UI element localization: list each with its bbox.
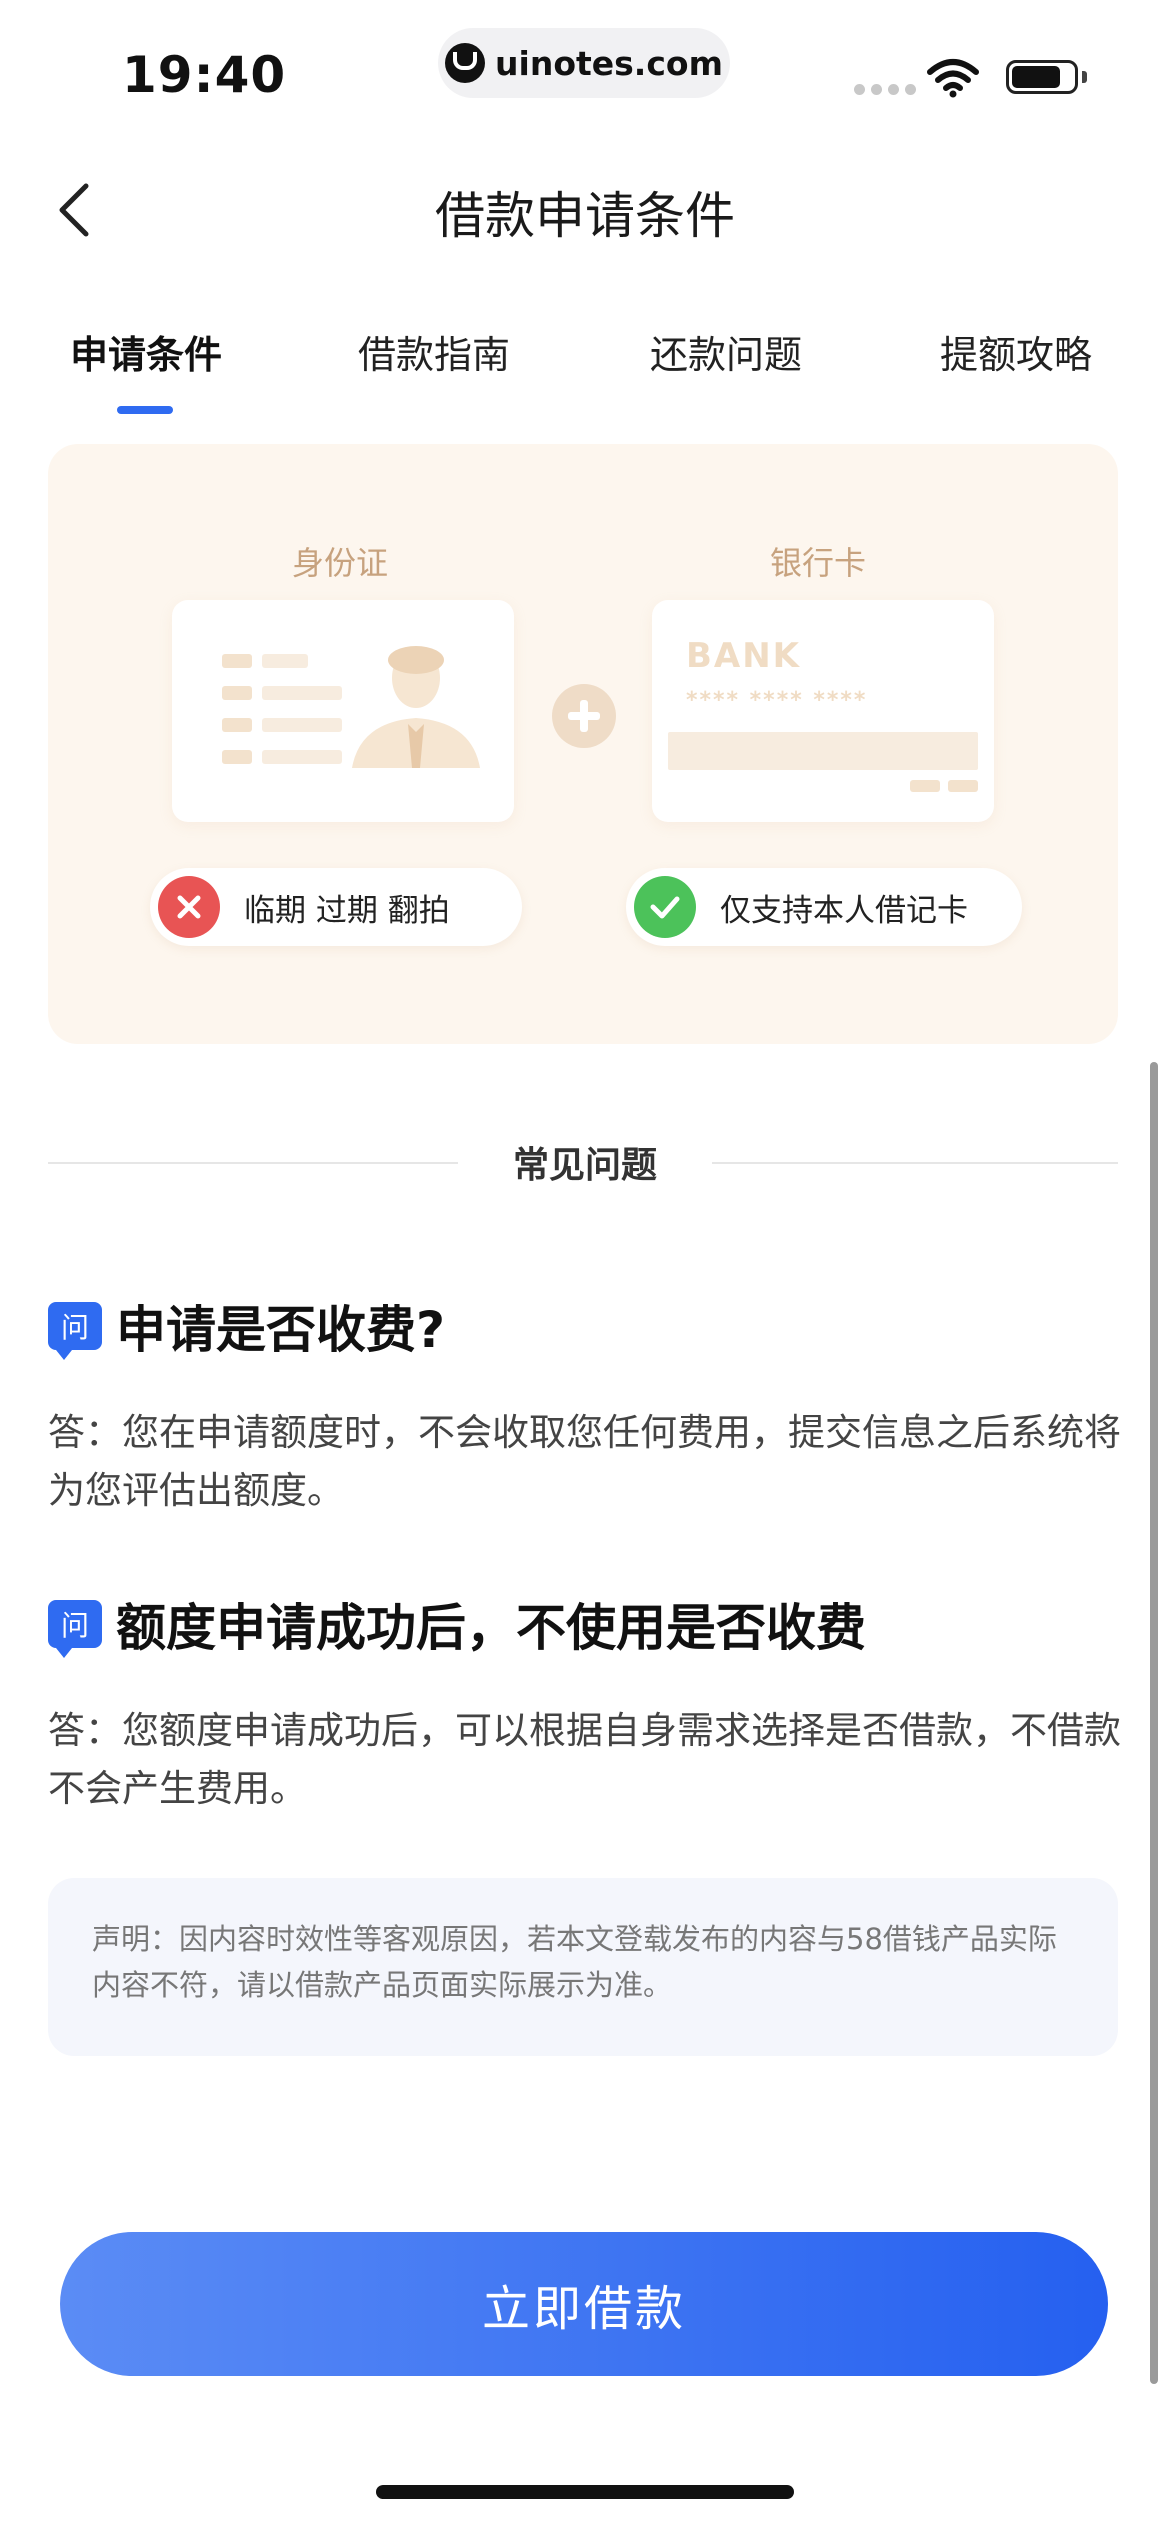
- faq-question-2: 问 额度申请成功后，不使用是否收费: [48, 1588, 866, 1660]
- page-title: 借款申请条件: [435, 187, 735, 245]
- x-circle-icon: [158, 876, 220, 938]
- faq-answer-1: 答：您在申请额度时，不会收取您任何费用，提交信息之后系统将为您评估出额度。: [48, 1411, 1121, 1512]
- id-card-illustration: [172, 600, 514, 822]
- scrollbar[interactable]: [1150, 1062, 1158, 2384]
- bank-card-illustration: BANK **** **** ****: [652, 600, 994, 822]
- id-card-reject-pill: 临期 过期 翻拍: [150, 868, 522, 946]
- bank-card-accept-pill: 仅支持本人借记卡: [626, 868, 1022, 946]
- battery-tip: [1082, 71, 1087, 83]
- check-circle-icon: [634, 876, 696, 938]
- question-badge-icon: 问: [48, 1600, 102, 1658]
- uinotes-logo-icon: [445, 43, 486, 83]
- question-badge-icon: 问: [48, 1302, 102, 1360]
- url-text: uinotes.com: [495, 43, 723, 83]
- id-card-note: 临期 过期 翻拍: [244, 892, 450, 929]
- question-text: 申请是否收费?: [116, 1301, 446, 1359]
- tab-application-conditions[interactable]: 申请条件: [70, 324, 222, 379]
- status-time: 19:40: [122, 46, 287, 104]
- plus-circle-icon: [552, 684, 616, 748]
- bank-card-number: **** **** ****: [686, 688, 868, 713]
- battery-icon: [1006, 60, 1078, 94]
- tab-bar: 申请条件 借款指南 还款问题 提额攻略: [0, 324, 1170, 434]
- faq-answer-2: 答：您额度申请成功后，可以根据自身需求选择是否借款，不借款不会产生费用。: [48, 1709, 1121, 1810]
- home-indicator[interactable]: [376, 2485, 794, 2499]
- faq-question-1: 问 申请是否收费?: [48, 1290, 445, 1362]
- signal-dots-icon: [854, 84, 916, 95]
- requirements-card: 身份证 银行卡 BANK **** **** **** 临期 过期 翻拍 仅支持…: [48, 444, 1118, 1044]
- bank-card-note: 仅支持本人借记卡: [720, 892, 968, 929]
- disclaimer: 声明：因内容时效性等客观原因，若本文登载发布的内容与58借钱产品实际内容不符，请…: [48, 1878, 1118, 2056]
- bank-card-title: 银行卡: [770, 544, 867, 582]
- bank-card-brand: BANK: [686, 636, 802, 676]
- tab-loan-guide[interactable]: 借款指南: [358, 324, 510, 379]
- faq-title: 常见问题: [512, 1145, 657, 1186]
- id-card-icon: [222, 646, 480, 768]
- id-card-title: 身份证: [292, 544, 389, 582]
- tab-repayment-questions[interactable]: 还款问题: [650, 324, 802, 379]
- tab-limit-raise-tips[interactable]: 提额攻略: [940, 324, 1092, 379]
- active-tab-indicator: [117, 406, 173, 414]
- question-text: 额度申请成功后，不使用是否收费: [116, 1599, 866, 1657]
- url-pill[interactable]: uinotes.com: [438, 28, 730, 98]
- borrow-now-button[interactable]: 立即借款: [60, 2232, 1108, 2376]
- wifi-icon: [927, 59, 979, 98]
